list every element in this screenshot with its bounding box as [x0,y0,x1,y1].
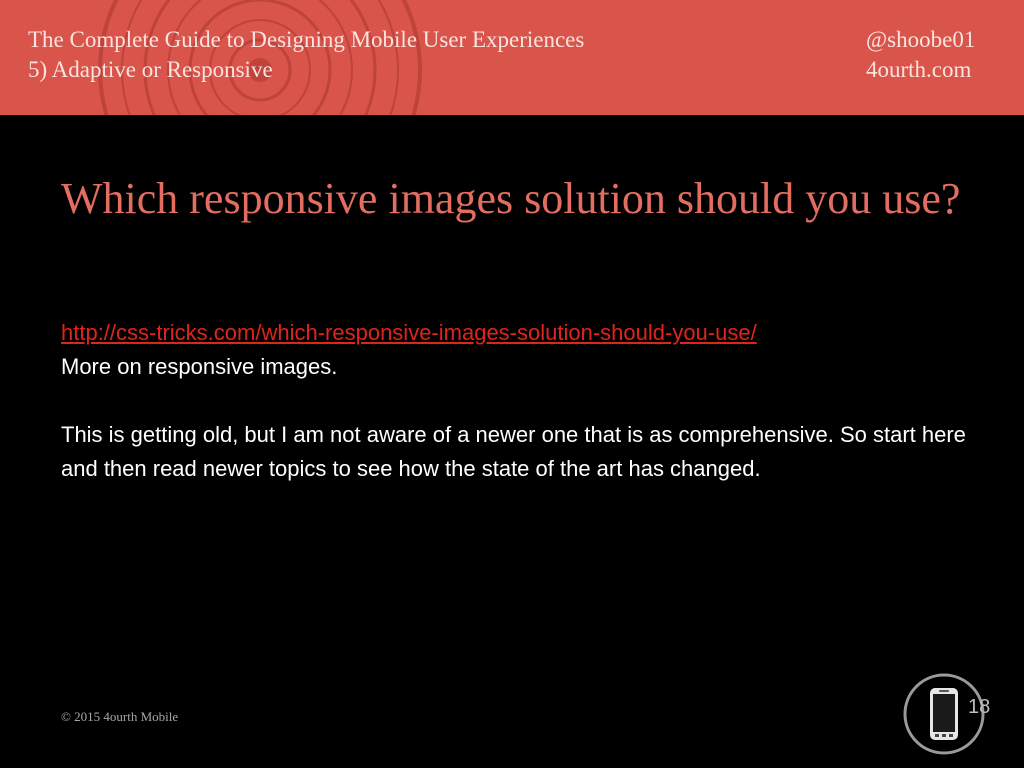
header-left-text: The Complete Guide to Designing Mobile U… [28,25,584,85]
body-paragraph: This is getting old, but I am not aware … [61,422,966,481]
course-title: The Complete Guide to Designing Mobile U… [28,27,585,52]
header-right-text: @shoobe01 4ourth.com [866,25,975,85]
copyright-notice: © 2015 4ourth Mobile [61,709,179,724]
slide-body: http://css-tricks.com/which-responsive-i… [61,316,981,486]
link-caption: More on responsive images. [61,354,338,379]
slide-title: Which responsive images solution should … [61,174,961,223]
author-site: 4ourth.com [866,57,972,82]
author-handle: @shoobe01 [866,27,976,52]
header-banner: The Complete Guide to Designing Mobile U… [0,0,1024,115]
page-number: 18 [968,696,991,718]
reference-link[interactable]: http://css-tricks.com/which-responsive-i… [61,320,757,345]
section-title: 5) Adaptive or Responsive [28,57,273,82]
